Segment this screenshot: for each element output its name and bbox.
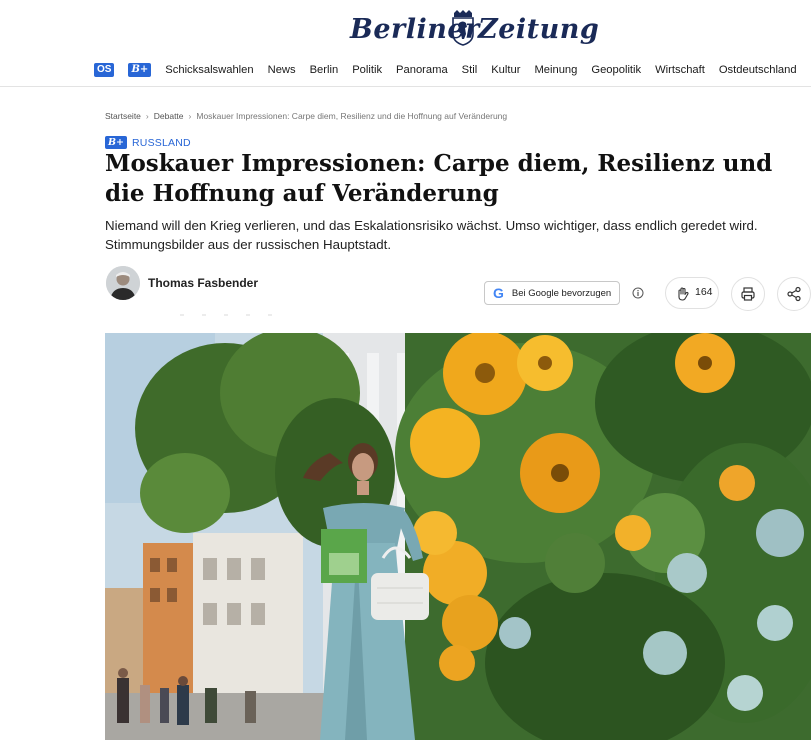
chevron-right-icon: › bbox=[188, 111, 192, 121]
nav-item-kultur[interactable]: Kultur bbox=[491, 64, 520, 76]
clap-button[interactable]: 164 bbox=[665, 277, 719, 309]
site-logo[interactable]: Berliner Zeitung bbox=[350, 10, 599, 52]
kicker-label[interactable]: RUSSLAND bbox=[132, 137, 191, 149]
google-preferred-button[interactable]: G Bei Google bevorzugen bbox=[484, 281, 620, 305]
masthead: Berliner Zeitung OS B+ Schicksalswahlen … bbox=[0, 0, 811, 87]
chevron-right-icon: › bbox=[145, 111, 149, 121]
breadcrumb-home[interactable]: Startseite bbox=[105, 111, 141, 121]
article-title: Moskauer Impressionen: Carpe diem, Resil… bbox=[105, 150, 773, 207]
print-button[interactable] bbox=[731, 277, 765, 311]
author-name[interactable]: Thomas Fasbender bbox=[148, 276, 258, 290]
main-nav: OS B+ Schicksalswahlen News Berlin Polit… bbox=[94, 61, 811, 79]
hero-image[interactable] bbox=[105, 333, 811, 740]
clap-hand-icon bbox=[678, 287, 689, 301]
share-icon bbox=[787, 286, 801, 302]
nav-badge-bplus[interactable]: B+ bbox=[128, 63, 152, 77]
author-block[interactable]: Thomas Fasbender bbox=[106, 266, 258, 300]
google-g-icon: G bbox=[493, 285, 504, 301]
breadcrumb-section[interactable]: Debatte bbox=[154, 111, 184, 121]
clap-count: 164 bbox=[695, 286, 713, 298]
article-kicker: B+ RUSSLAND bbox=[105, 136, 191, 149]
author-avatar[interactable] bbox=[106, 266, 140, 300]
nav-item-schicksalswahlen[interactable]: Schicksalswahlen bbox=[165, 64, 253, 76]
author-photo bbox=[106, 266, 140, 300]
nav-badge-os[interactable]: OS bbox=[94, 63, 115, 77]
bear-crest-icon bbox=[452, 10, 474, 46]
nav-item-meinung[interactable]: Meinung bbox=[534, 64, 577, 76]
breadcrumb-current: Moskauer Impressionen: Carpe diem, Resil… bbox=[196, 111, 508, 121]
divider bbox=[180, 314, 272, 316]
article-lead: Niemand will den Krieg verlieren, und da… bbox=[105, 218, 758, 252]
bplus-badge: B+ bbox=[105, 136, 127, 149]
share-button[interactable] bbox=[777, 277, 811, 311]
nav-item-stil[interactable]: Stil bbox=[462, 64, 478, 76]
breadcrumb: Startseite › Debatte › Moskauer Impressionen… bbox=[105, 111, 507, 121]
nav-item-wirtschaft[interactable]: Wirtschaft bbox=[655, 64, 705, 76]
nav-item-berlin[interactable]: Berlin bbox=[310, 64, 339, 76]
nav-item-politik[interactable]: Politik bbox=[352, 64, 382, 76]
google-preferred-label: Bei Google bevorzugen bbox=[511, 287, 612, 299]
nav-item-panorama[interactable]: Panorama bbox=[396, 64, 448, 76]
nav-item-news[interactable]: News bbox=[268, 64, 296, 76]
nav-item-geopolitik[interactable]: Geopolitik bbox=[591, 64, 641, 76]
printer-icon bbox=[741, 287, 755, 301]
info-icon[interactable] bbox=[632, 287, 644, 299]
logo-word-right: Zeitung bbox=[478, 14, 600, 45]
hero-photo bbox=[105, 333, 811, 740]
nav-item-ostdeutschland[interactable]: Ostdeutschland bbox=[719, 64, 797, 76]
